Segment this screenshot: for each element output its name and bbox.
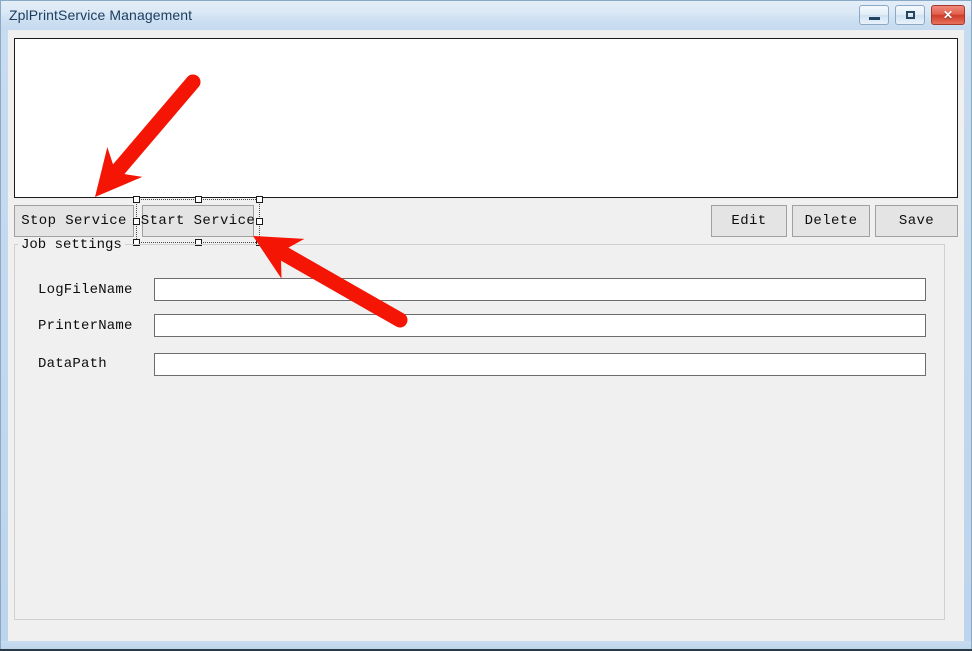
close-button[interactable]: ✕ (931, 5, 965, 25)
close-icon: ✕ (942, 8, 954, 22)
datapath-label: DataPath (38, 356, 107, 372)
window-frame-right (964, 0, 972, 651)
maximize-button[interactable] (895, 5, 925, 25)
stop-service-button[interactable]: Stop Service (14, 205, 134, 237)
form-client-area: Stop Service Start Service Edit Delete S… (8, 30, 964, 641)
maximize-icon (896, 6, 924, 24)
window-frame-bottom (0, 641, 972, 651)
application-window: ZplPrintService Management ✕ Stop Servic… (0, 0, 972, 651)
printername-label: PrinterName (38, 318, 133, 334)
minimize-icon (860, 6, 888, 24)
edit-button[interactable]: Edit (711, 205, 787, 237)
window-frame-left (0, 0, 8, 651)
minimize-button[interactable] (859, 5, 889, 25)
resize-handle-middle-left[interactable] (133, 218, 140, 225)
datapath-input[interactable] (154, 353, 926, 376)
job-settings-title: Job settings (18, 237, 125, 253)
start-service-button[interactable]: Start Service (141, 205, 255, 237)
jobs-listbox[interactable] (14, 38, 958, 198)
delete-button[interactable]: Delete (792, 205, 870, 237)
logfilename-input[interactable] (154, 278, 926, 301)
printername-input[interactable] (154, 314, 926, 337)
window-title: ZplPrintService Management (9, 7, 193, 23)
resize-handle-middle-right[interactable] (256, 218, 263, 225)
save-button[interactable]: Save (875, 205, 958, 237)
logfilename-label: LogFileName (38, 282, 133, 298)
title-bar[interactable]: ZplPrintService Management ✕ (0, 0, 972, 30)
